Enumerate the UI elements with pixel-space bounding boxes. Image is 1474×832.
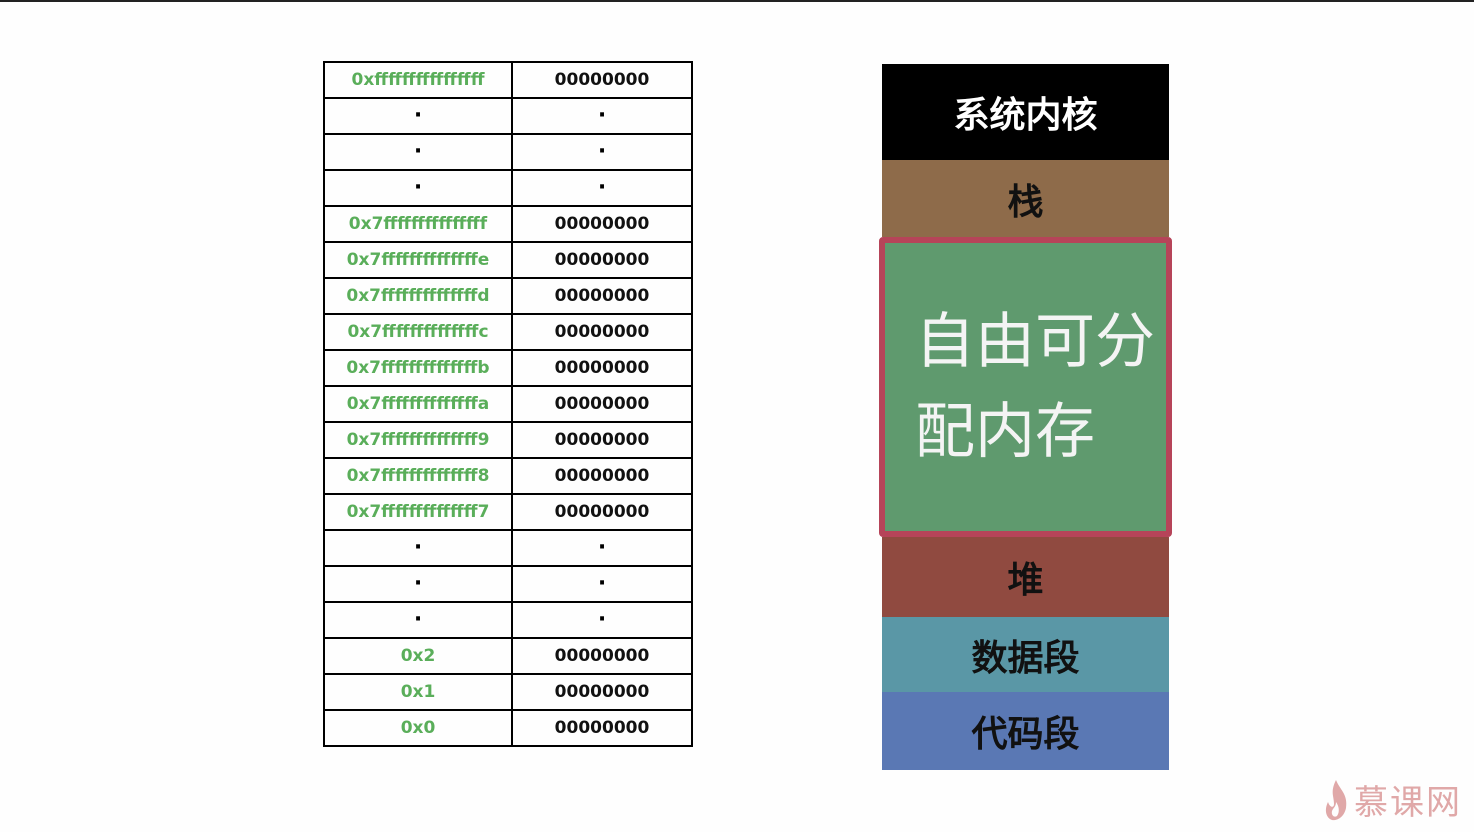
free-memory-segment: 自由可分 配内存 [879, 237, 1172, 537]
ellipsis-row: · · [323, 565, 693, 603]
ellipsis-cell: · [323, 97, 513, 135]
memory-row: 0x7ffffffffffffff8 00000000 [323, 457, 693, 495]
memory-row: 0x7ffffffffffffff9 00000000 [323, 421, 693, 459]
code-segment: 代码段 [882, 692, 1169, 770]
address-cell: 0x7fffffffffffffff [323, 205, 513, 243]
free-memory-label-line2: 配内存 [915, 397, 1095, 467]
value-cell: 00000000 [511, 493, 693, 531]
ellipsis-cell: · [323, 169, 513, 207]
memory-row: 0x7ffffffffffffff7 00000000 [323, 493, 693, 531]
address-cell: 0x7ffffffffffffff9 [323, 421, 513, 459]
memory-layout-diagram: 系统内核 栈 自由可分 配内存 堆 数据段 代码段 [879, 64, 1172, 770]
watermark-text: 慕课网 [1354, 783, 1462, 823]
address-cell: 0x7ffffffffffffffa [323, 385, 513, 423]
ellipsis-row: · · [323, 97, 693, 135]
memory-row: 0x2 00000000 [323, 637, 693, 675]
stack-label: 栈 [1007, 181, 1044, 223]
memory-row: 0x7ffffffffffffffb 00000000 [323, 349, 693, 387]
ellipsis-row: · · [323, 169, 693, 207]
value-cell: 00000000 [511, 61, 693, 99]
value-cell: 00000000 [511, 205, 693, 243]
address-cell: 0x0 [323, 709, 513, 747]
address-cell: 0x7ffffffffffffffe [323, 241, 513, 279]
value-cell: 00000000 [511, 241, 693, 279]
memory-row: 0x7ffffffffffffffd 00000000 [323, 277, 693, 315]
memory-row: 0x7ffffffffffffffe 00000000 [323, 241, 693, 279]
memory-row: 0xffffffffffffffff 00000000 [323, 61, 693, 99]
code-segment-label: 代码段 [971, 714, 1080, 755]
kernel-segment: 系统内核 [882, 64, 1169, 160]
memory-row: 0x7fffffffffffffff 00000000 [323, 205, 693, 243]
memory-row: 0x7ffffffffffffffa 00000000 [323, 385, 693, 423]
ellipsis-cell: · [511, 529, 693, 567]
memory-row: 0x7ffffffffffffffc 00000000 [323, 313, 693, 351]
ellipsis-cell: · [323, 133, 513, 171]
ellipsis-cell: · [511, 97, 693, 135]
address-cell: 0x7ffffffffffffff7 [323, 493, 513, 531]
data-segment-label: 数据段 [971, 637, 1080, 679]
ellipsis-cell: · [323, 529, 513, 567]
address-cell: 0x7ffffffffffffffb [323, 349, 513, 387]
data-segment: 数据段 [882, 617, 1169, 692]
memory-address-table: 0xffffffffffffffff 00000000 · · · · · · 0x7fffff… [323, 61, 693, 747]
memory-row: 0x0 00000000 [323, 709, 693, 747]
heap-segment: 堆 [882, 537, 1169, 617]
top-divider [0, 0, 1474, 2]
ellipsis-cell: · [511, 169, 693, 207]
address-cell: 0x7ffffffffffffffc [323, 313, 513, 351]
kernel-label: 系统内核 [953, 95, 1098, 136]
address-cell: 0x7ffffffffffffff8 [323, 457, 513, 495]
flame-icon [1325, 779, 1347, 820]
ellipsis-row: · · [323, 133, 693, 171]
ellipsis-row: · · [323, 529, 693, 567]
stack-segment: 栈 [882, 160, 1169, 237]
value-cell: 00000000 [511, 673, 693, 711]
value-cell: 00000000 [511, 421, 693, 459]
watermark-logo: 慕课网 [1322, 775, 1462, 824]
ellipsis-cell: · [323, 601, 513, 639]
heap-label: 堆 [1007, 560, 1044, 601]
ellipsis-cell: · [323, 565, 513, 603]
value-cell: 00000000 [511, 457, 693, 495]
address-cell: 0xffffffffffffffff [323, 61, 513, 99]
value-cell: 00000000 [511, 313, 693, 351]
address-cell: 0x7ffffffffffffffd [323, 277, 513, 315]
value-cell: 00000000 [511, 349, 693, 387]
ellipsis-row: · · [323, 601, 693, 639]
address-cell: 0x1 [323, 673, 513, 711]
value-cell: 00000000 [511, 385, 693, 423]
value-cell: 00000000 [511, 709, 693, 747]
ellipsis-cell: · [511, 601, 693, 639]
free-memory-label-line1: 自由可分 [915, 307, 1155, 377]
address-cell: 0x2 [323, 637, 513, 675]
value-cell: 00000000 [511, 277, 693, 315]
memory-row: 0x1 00000000 [323, 673, 693, 711]
ellipsis-cell: · [511, 133, 693, 171]
ellipsis-cell: · [511, 565, 693, 603]
value-cell: 00000000 [511, 637, 693, 675]
